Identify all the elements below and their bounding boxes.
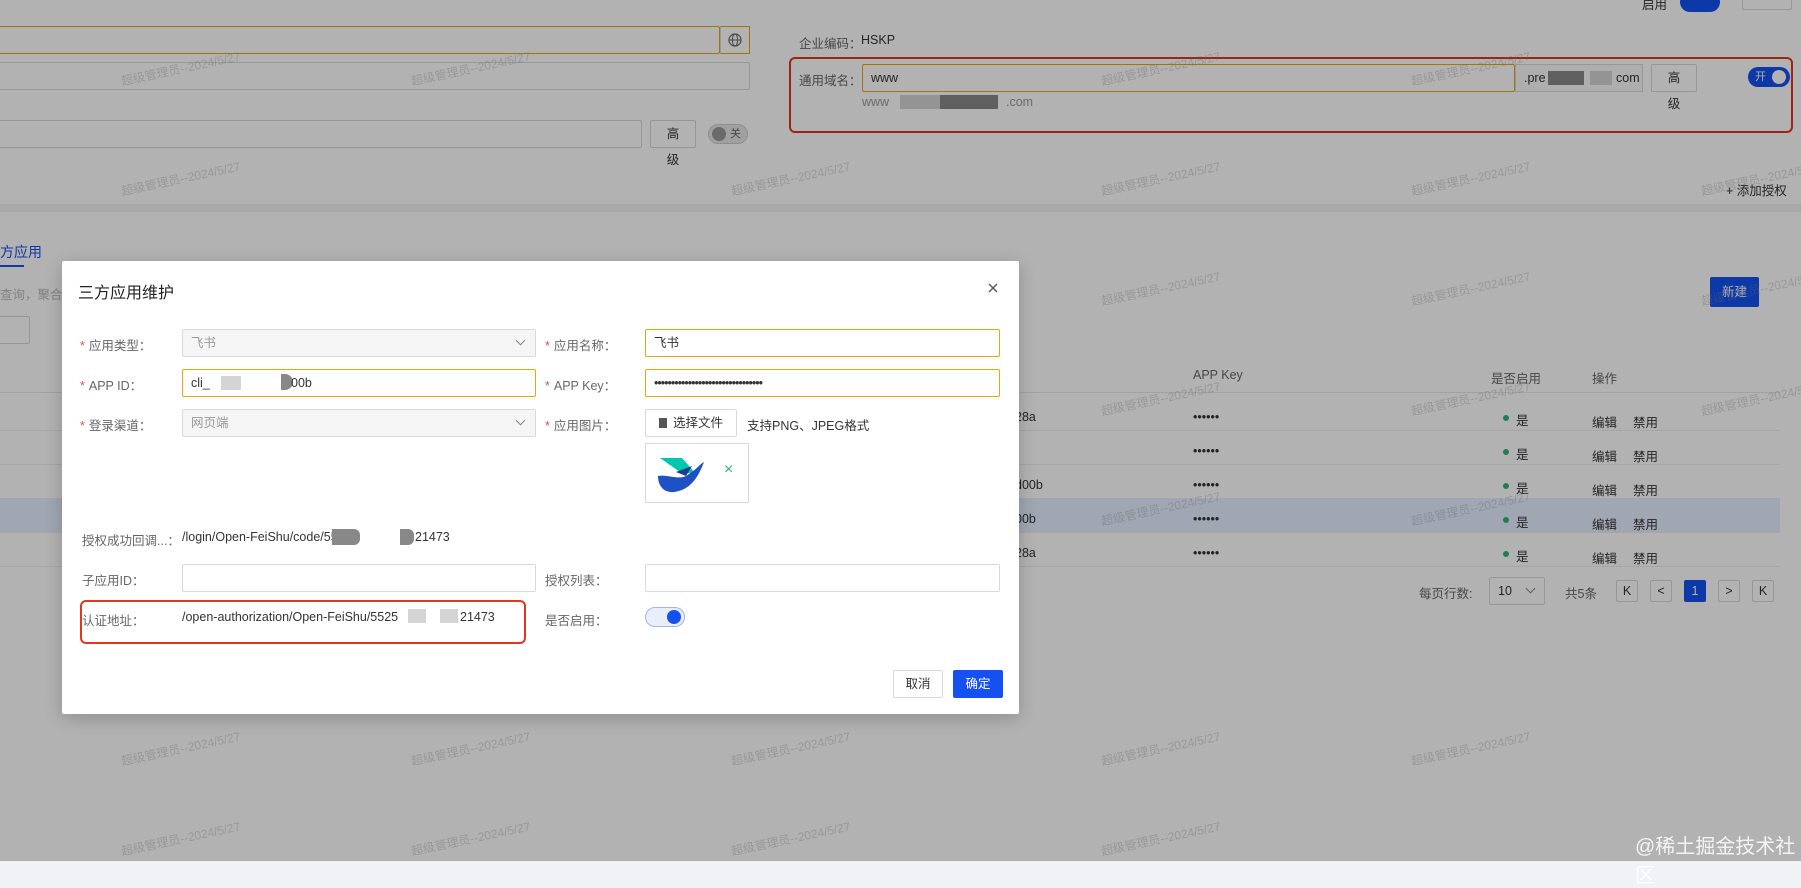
file-hint: 支持PNG、JPEG格式	[747, 419, 870, 433]
file-icon	[658, 418, 667, 428]
enabled-switch[interactable]	[645, 607, 685, 627]
login-channel-label: * 登录渠道：	[80, 419, 152, 433]
app-image-thumbnail: ×	[645, 443, 749, 503]
feishu-logo-icon	[658, 458, 704, 493]
remove-image-icon[interactable]: ×	[724, 462, 733, 478]
cancel-button[interactable]: 取消	[893, 670, 943, 698]
enabled-label: 是否启用：	[545, 614, 608, 628]
callback-value: /login/Open-FeiShu/code/552	[182, 530, 345, 544]
app-name-label: * 应用名称：	[545, 339, 617, 353]
dialog-title: 三方应用维护	[78, 285, 175, 302]
close-icon[interactable]	[986, 281, 1000, 295]
callback-label: 授权成功回调...：	[82, 534, 180, 548]
app-key-label: * APP Key：	[545, 379, 617, 393]
app-id-label: * APP ID：	[80, 379, 143, 393]
sub-app-id-input[interactable]	[182, 564, 536, 592]
app-image-label: * 应用图片：	[545, 419, 617, 433]
callback-value-suffix: 21473	[415, 530, 450, 544]
auth-list-label: 授权列表：	[545, 574, 608, 588]
app-type-label: * 应用类型：	[80, 339, 152, 353]
login-channel-select[interactable]: 网页端	[182, 409, 536, 437]
app-maintenance-dialog: 三方应用维护 * 应用类型： 飞书 * 应用名称： 飞书 * APP ID： cli_…	[62, 261, 1019, 714]
auth-url-highlight-box	[80, 600, 526, 644]
choose-file-button[interactable]: 选择文件	[645, 409, 737, 437]
app-name-input[interactable]: 飞书	[645, 329, 1000, 357]
auth-list-input[interactable]	[645, 564, 1000, 592]
app-id-input[interactable]: cli_ 00b	[182, 369, 536, 397]
corner-watermark: @稀土掘金技术社区	[1635, 836, 1796, 887]
confirm-button[interactable]: 确定	[953, 670, 1003, 698]
app-key-input[interactable]: ••••••••••••••••••••••••••••••••	[645, 369, 1000, 397]
app-type-select[interactable]: 飞书	[182, 329, 536, 357]
sub-app-id-label: 子应用ID：	[82, 574, 145, 588]
